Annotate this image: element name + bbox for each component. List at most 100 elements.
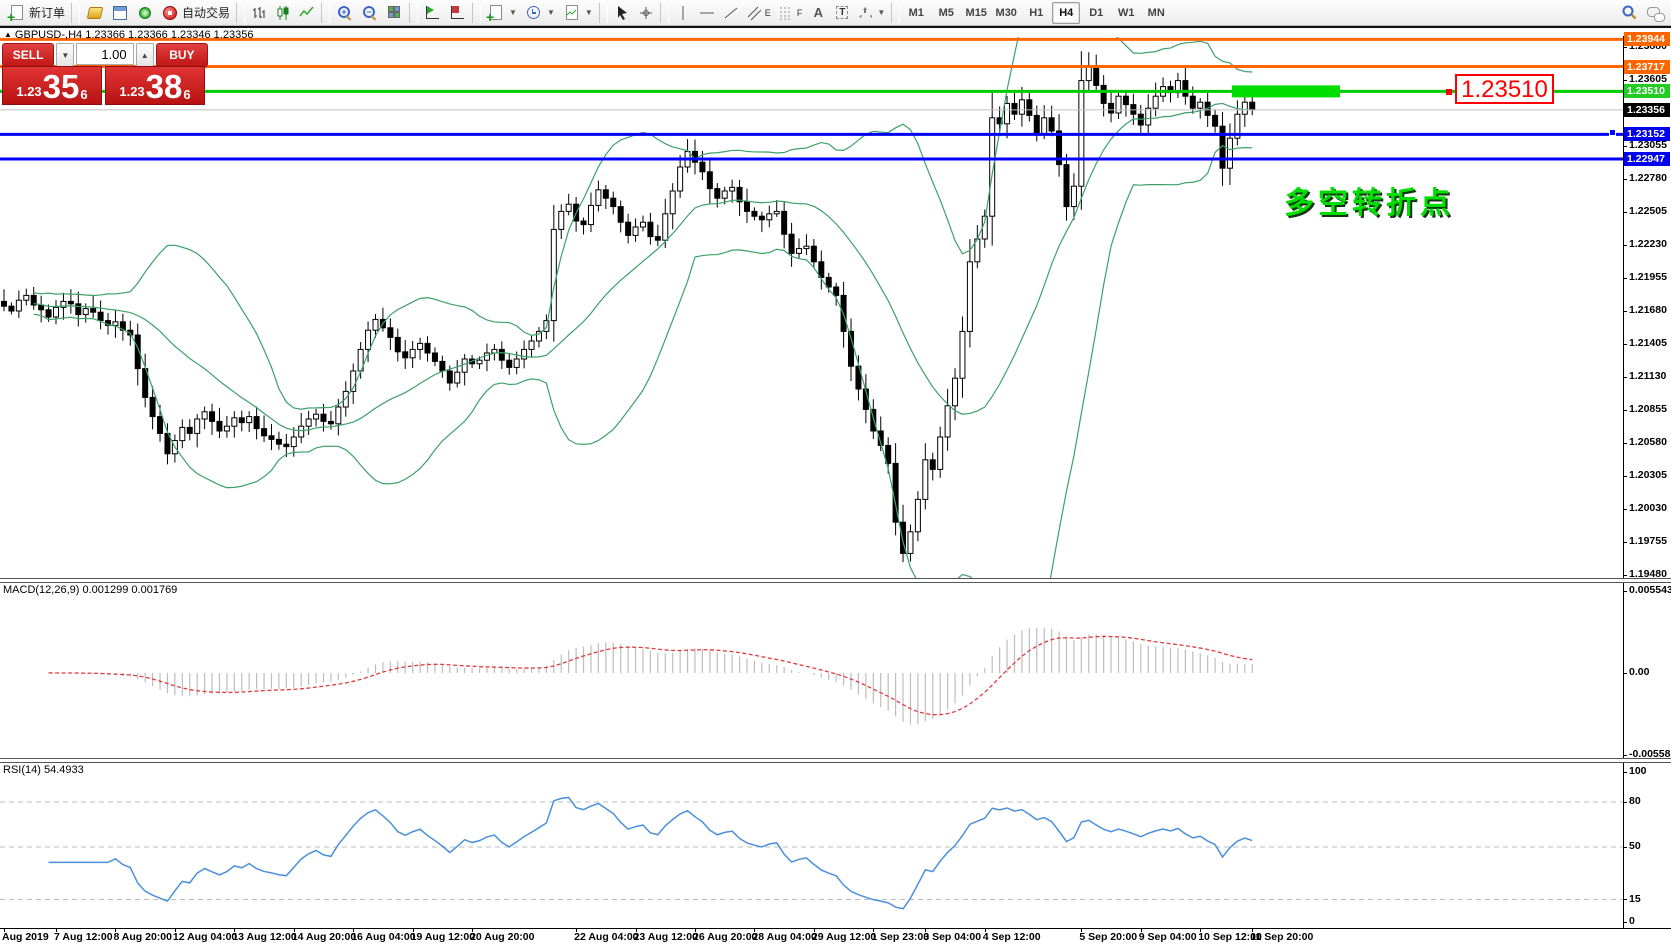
timeframe-m30[interactable]: M30: [992, 2, 1020, 24]
buy-price-big: 38: [146, 72, 183, 102]
price-axis-tick: [1623, 278, 1627, 279]
price-axis-label: 1.19755: [1629, 535, 1667, 547]
new-order-icon: +: [8, 4, 25, 21]
trendline-icon: [723, 5, 739, 21]
sell-price-panel[interactable]: 1.23356: [2, 66, 102, 105]
cursor-button[interactable]: [610, 2, 634, 24]
chat-button[interactable]: [1642, 2, 1667, 24]
crosshair-button[interactable]: [634, 2, 658, 24]
price-axis-tick: [1623, 542, 1627, 543]
indicators-icon: +: [487, 4, 504, 21]
macd-axis-tick: [1623, 673, 1627, 674]
candlestick-icon: [275, 5, 291, 21]
sell-button[interactable]: SELL: [2, 43, 54, 67]
fibonacci-icon: [779, 5, 793, 21]
pane-splitter-macd[interactable]: [0, 578, 1671, 583]
trendline-button[interactable]: [719, 2, 743, 24]
price-tag-label[interactable]: 1.23510: [1455, 74, 1554, 104]
timeframe-m5[interactable]: M5: [932, 2, 960, 24]
time-axis-label: 26 Aug 20:00: [693, 931, 757, 943]
bar-chart-button[interactable]: [247, 2, 271, 24]
timeframe-d1[interactable]: D1: [1082, 2, 1110, 24]
price-badge: 1.23510: [1624, 84, 1670, 98]
zoom-in-button[interactable]: +: [332, 2, 357, 24]
one-click-trading-panel: SELL ▼ 1.00 ▲ BUY 1.23356 1.23386: [2, 43, 208, 105]
templates-icon: [563, 4, 580, 21]
price-axis-tick: [1623, 311, 1627, 312]
fibonacci-button[interactable]: F: [775, 2, 807, 24]
volume-input[interactable]: 1.00: [76, 43, 133, 65]
buy-price-sup: 6: [183, 87, 190, 102]
new-order-button[interactable]: + 新订单: [4, 2, 69, 24]
toolbar-separator: [472, 3, 481, 23]
time-axis-label: 9 Sep 04:00: [1139, 931, 1197, 943]
text-button[interactable]: A: [806, 2, 830, 24]
text-icon: A: [814, 5, 823, 20]
price-chart-canvas[interactable]: [0, 28, 1671, 948]
price-axis-tick: [1623, 575, 1627, 576]
rsi-axis-label: 50: [1629, 840, 1641, 852]
line-chart-button[interactable]: [295, 2, 319, 24]
rsi-axis-label: 100: [1629, 765, 1647, 777]
toolbar-separator: [409, 3, 418, 23]
price-axis-label: 1.20580: [1629, 436, 1667, 448]
channel-button[interactable]: E: [743, 2, 775, 24]
tile-windows-button[interactable]: [382, 2, 407, 24]
blue-line-handle[interactable]: [1609, 129, 1616, 136]
time-axis-label: 23 Aug 12:00: [634, 931, 698, 943]
periods-button[interactable]: ▼: [521, 2, 559, 24]
buy-button[interactable]: BUY: [156, 43, 208, 67]
chart-shift-button[interactable]: [445, 2, 470, 24]
price-axis-tick: [1623, 146, 1627, 147]
price-axis-tick: [1623, 509, 1627, 510]
timeframe-w1[interactable]: W1: [1112, 2, 1140, 24]
timeframe-h4[interactable]: H4: [1052, 2, 1080, 24]
search-button[interactable]: [1617, 2, 1642, 24]
bar-chart-icon: [251, 5, 267, 21]
autotrading-button[interactable]: 自动交易: [157, 2, 234, 24]
rsi-axis-label: 80: [1629, 795, 1641, 807]
time-axis-label: 19 Aug 12:00: [411, 931, 475, 943]
timeframe-m1[interactable]: M1: [902, 2, 930, 24]
tile-windows-icon: [386, 4, 403, 21]
chart-title-text: GBPUSD-,H4 1.23366 1.23366 1.23346 1.233…: [15, 29, 254, 41]
arrows-button[interactable]: ▼: [854, 2, 889, 24]
timeframe-mn[interactable]: MN: [1142, 2, 1170, 24]
volume-up-button[interactable]: ▲: [136, 43, 154, 67]
toolbar-separator: [236, 3, 245, 23]
auto-scroll-icon: [424, 4, 441, 21]
dropdown-arrow-icon: ▼: [547, 8, 555, 17]
buy-price-small: 1.23: [119, 84, 144, 99]
indicators-button[interactable]: +▼: [483, 2, 521, 24]
line-chart-icon: [299, 5, 315, 21]
zoom-out-button[interactable]: −: [357, 2, 382, 24]
price-badge: 1.23944: [1624, 32, 1670, 46]
price-badge: 1.23152: [1624, 127, 1670, 141]
new-window-button[interactable]: [107, 2, 132, 24]
price-axis-label: 1.20305: [1629, 469, 1667, 481]
signals-button[interactable]: [132, 2, 157, 24]
buy-price-panel[interactable]: 1.23386: [105, 66, 205, 105]
text-label-button[interactable]: T: [830, 2, 854, 24]
templates-button[interactable]: ▼: [559, 2, 597, 24]
price-axis-tick: [1623, 179, 1627, 180]
turning-point-note[interactable]: 多空转折点: [1284, 178, 1454, 222]
fibo-letter: F: [797, 8, 803, 18]
timeframe-m15[interactable]: M15: [962, 2, 990, 24]
periods-icon: [525, 4, 542, 21]
price-axis-label: 1.21405: [1629, 337, 1667, 349]
horizontal-line-button[interactable]: [695, 2, 719, 24]
timeframe-group: M1 M5 M15 M30 H1 H4 D1 W1 MN: [902, 2, 1170, 24]
candlestick-button[interactable]: [271, 2, 295, 24]
pane-splitter-rsi[interactable]: [0, 758, 1671, 763]
profiles-button[interactable]: [82, 2, 107, 24]
macd-values: 0.001299 0.001769: [82, 584, 177, 596]
volume-down-button[interactable]: ▼: [56, 43, 74, 67]
price-axis-tick: [1623, 443, 1627, 444]
timeframe-h1[interactable]: H1: [1022, 2, 1050, 24]
price-tag-handle[interactable]: [1446, 89, 1452, 95]
text-label-icon: T: [836, 6, 848, 19]
vertical-line-button[interactable]: [671, 2, 695, 24]
auto-scroll-button[interactable]: [420, 2, 445, 24]
time-axis-label: 4 Sep 12:00: [983, 931, 1041, 943]
